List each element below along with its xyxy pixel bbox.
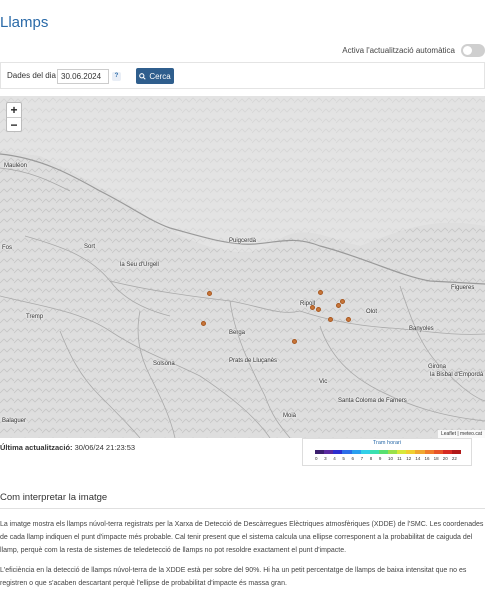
town-label: Olot xyxy=(366,309,378,315)
legend-color-swatch xyxy=(442,450,452,454)
zoom-out-button[interactable]: − xyxy=(7,117,21,132)
town-label: la Bisbal d'Empordà xyxy=(430,372,484,378)
legend-ticks: 0 3 4 5 6 7 8 9 10 11 12 14 16 18 20 22 xyxy=(315,456,461,461)
legend-color-swatch xyxy=(351,450,361,454)
section-title: Com interpretar la imatge xyxy=(0,492,108,503)
legend-tick-label: 20 xyxy=(442,456,448,461)
lightning-strike-marker[interactable] xyxy=(328,317,333,322)
info-paragraph: L'eficiència en la detecció de llamps nú… xyxy=(0,567,467,587)
legend-tick-label: 3 xyxy=(324,456,327,461)
legend-color-swatch xyxy=(433,450,443,454)
legend-color-swatch xyxy=(424,450,434,454)
lightning-strike-marker[interactable] xyxy=(318,290,323,295)
town-label: Figueres xyxy=(451,285,475,291)
legend-color-swatch xyxy=(342,450,352,454)
lightning-strike-marker[interactable] xyxy=(207,291,212,296)
legend-tick-label: 5 xyxy=(342,456,345,461)
legend-color-swatch xyxy=(333,450,343,454)
legend-color-swatch xyxy=(369,450,379,454)
legend-color-swatch xyxy=(378,450,388,454)
legend-color-bar xyxy=(315,450,461,454)
zoom-in-button[interactable]: + xyxy=(7,103,21,117)
town-label: Berga xyxy=(229,330,246,336)
town-label: Banyoles xyxy=(409,326,434,332)
legend-color-swatch xyxy=(397,450,407,454)
legend-tick-label: 14 xyxy=(415,456,421,461)
search-bar: Dades del dia ? Cerca xyxy=(0,62,485,89)
legend-tick-label: 11 xyxy=(397,456,402,461)
town-label: Santa Coloma de Farners xyxy=(338,398,407,404)
town-label: Puigcerdà xyxy=(229,238,257,244)
page-title: Llamps xyxy=(0,14,49,31)
town-label: Girona xyxy=(428,364,447,370)
legend-color-swatch xyxy=(360,450,370,454)
town-label: Vic xyxy=(319,379,328,385)
legend-tick-label: 4 xyxy=(333,456,336,461)
legend-color-swatch xyxy=(388,450,398,454)
legend-color-swatch xyxy=(406,450,416,454)
lightning-strike-marker[interactable] xyxy=(336,303,341,308)
lightning-strike-marker[interactable] xyxy=(201,321,206,326)
lightning-strike-marker[interactable] xyxy=(292,339,297,344)
legend-tick-label: 9 xyxy=(378,456,382,461)
town-label: Prats de Lluçanès xyxy=(229,358,278,364)
legend-color-swatch xyxy=(451,450,461,454)
search-button[interactable]: Cerca xyxy=(136,68,174,84)
date-label: Dades del dia xyxy=(7,71,56,80)
search-icon xyxy=(139,72,146,80)
legend-tick-label: 16 xyxy=(424,456,430,461)
legend-tick-label: 10 xyxy=(388,456,394,461)
town-label: la Seu d'Urgell xyxy=(120,262,159,268)
legend-tick-label: 22 xyxy=(451,456,457,461)
lightning-strike-marker[interactable] xyxy=(310,305,315,310)
lightning-strike-marker[interactable] xyxy=(346,317,351,322)
legend-tick-label: 0 xyxy=(315,456,318,461)
lightning-strike-marker[interactable] xyxy=(316,307,321,312)
town-label: Balaguer xyxy=(2,418,27,424)
town-label: Tremp xyxy=(26,314,44,320)
legend-tick-label: 7 xyxy=(360,456,364,461)
lightning-map[interactable]: + − Mauléon Fos Sort la Seu d'Urgell Pui… xyxy=(0,96,485,438)
town-label: Moià xyxy=(283,413,297,419)
info-paragraph: La imatge mostra els llamps núvol-terra … xyxy=(0,521,484,554)
legend-color-swatch xyxy=(415,450,425,454)
lightning-strike-marker[interactable] xyxy=(340,299,345,304)
legend-tick-label: 8 xyxy=(369,456,373,461)
last-update-label: Última actualització: xyxy=(0,443,73,452)
auto-update-toggle[interactable] xyxy=(461,43,485,57)
map-attribution[interactable]: Leaflet | meteo.cat xyxy=(437,430,485,438)
last-update: Última actualització: 30/06/24 21:23:53 xyxy=(0,443,135,452)
auto-update-row: Activa l'actualització automàtica xyxy=(342,42,485,58)
legend-tick-label: 12 xyxy=(406,456,412,461)
divider xyxy=(0,508,485,509)
zoom-control: + − xyxy=(6,102,22,132)
legend-tick-label: 18 xyxy=(433,456,439,461)
legend-color-swatch xyxy=(315,450,325,454)
date-input[interactable] xyxy=(57,69,109,84)
last-update-value: 30/06/24 21:23:53 xyxy=(74,443,136,452)
search-button-label: Cerca xyxy=(149,71,171,81)
town-label: Mauléon xyxy=(4,163,28,169)
auto-update-label: Activa l'actualització automàtica xyxy=(342,45,455,55)
legend-tick-label: 6 xyxy=(351,456,355,461)
help-icon[interactable]: ? xyxy=(112,72,121,81)
toggle-knob xyxy=(463,45,472,55)
town-label: Solsona xyxy=(153,361,175,367)
legend-title: Tram horari xyxy=(372,440,402,446)
map-terrain xyxy=(0,96,485,438)
legend-color-swatch xyxy=(324,450,334,454)
town-label: Sort xyxy=(84,244,96,250)
time-legend: Tram horari 0 3 4 5 6 7 8 9 10 11 12 14 16 18 20 22 xyxy=(302,438,472,466)
town-label: Fos xyxy=(2,245,13,251)
